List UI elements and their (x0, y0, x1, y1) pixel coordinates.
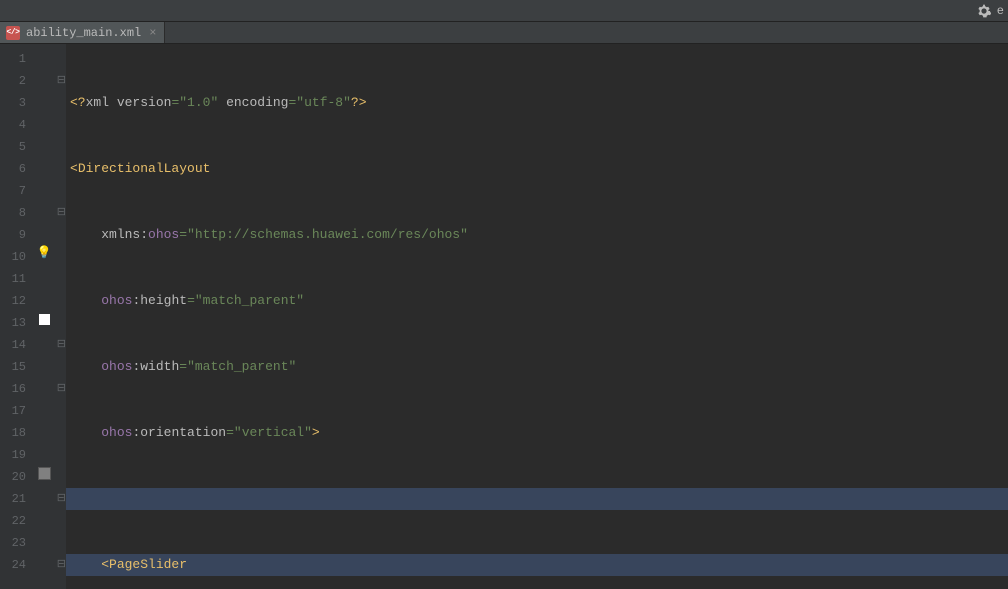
line-number: 20 (0, 466, 26, 488)
line-number: 7 (0, 180, 26, 202)
titlebar: e (0, 0, 1008, 22)
titlebar-right: e (977, 4, 1004, 18)
line-number: 23 (0, 532, 26, 554)
tab-filename: ability_main.xml (26, 26, 141, 40)
line-number: 14 (0, 334, 26, 356)
line-number: 11 (0, 268, 26, 290)
fold-toggle-icon[interactable]: ⊟ (57, 334, 66, 356)
line-number: 24 (0, 554, 26, 576)
editor[interactable]: 1 2 3 4 5 6 7 8 9 10 11 12 13 14 15 16 1… (0, 44, 1008, 589)
line-number: 5 (0, 136, 26, 158)
fold-gutter: ⊟ ⊟ ⊟ ⊟ ⊟ ⊟ (56, 44, 66, 589)
tabbar: </> ability_main.xml × (0, 22, 1008, 44)
xml-file-icon: </> (6, 26, 20, 40)
color-swatch-white-icon[interactable] (39, 314, 50, 325)
line-number: 12 (0, 290, 26, 312)
code-area[interactable]: <?xml version="1.0" encoding="utf-8"?> <… (66, 44, 1008, 589)
line-gutter: 1 2 3 4 5 6 7 8 9 10 11 12 13 14 15 16 1… (0, 44, 32, 589)
code-line: <PageSlider (66, 554, 1008, 576)
line-number: 15 (0, 356, 26, 378)
code-line: <DirectionalLayout (66, 158, 1008, 180)
code-line (66, 488, 1008, 510)
line-number: 6 (0, 158, 26, 180)
line-number: 17 (0, 400, 26, 422)
line-number: 3 (0, 92, 26, 114)
line-number: 16 (0, 378, 26, 400)
fold-toggle-icon[interactable]: ⊟ (57, 70, 66, 92)
marker-gutter: 💡 (32, 44, 56, 589)
line-number: 9 (0, 224, 26, 246)
editor-tab[interactable]: </> ability_main.xml × (0, 22, 165, 43)
code-line: xmlns:ohos="http://schemas.huawei.com/re… (66, 224, 1008, 246)
line-number: 13 (0, 312, 26, 334)
color-swatch-gray-icon[interactable] (39, 468, 50, 479)
fold-toggle-icon[interactable]: ⊟ (57, 202, 66, 224)
intention-bulb-icon[interactable]: 💡 (37, 242, 52, 264)
code-line: <?xml version="1.0" encoding="utf-8"?> (66, 92, 1008, 114)
fold-toggle-icon[interactable]: ⊟ (57, 488, 66, 510)
line-number: 8 (0, 202, 26, 224)
code-line: ohos:width="match_parent" (66, 356, 1008, 378)
line-number: 18 (0, 422, 26, 444)
line-number: 10 (0, 246, 26, 268)
fold-toggle-icon[interactable]: ⊟ (57, 554, 66, 576)
line-number: 4 (0, 114, 26, 136)
gear-icon[interactable] (977, 4, 991, 18)
line-number: 19 (0, 444, 26, 466)
fold-toggle-icon[interactable]: ⊟ (57, 378, 66, 400)
line-number: 1 (0, 48, 26, 70)
tab-close-icon[interactable]: × (149, 26, 156, 40)
line-number: 22 (0, 510, 26, 532)
code-line: ohos:orientation="vertical"> (66, 422, 1008, 444)
code-line: ohos:height="match_parent" (66, 290, 1008, 312)
line-number: 2 (0, 70, 26, 92)
titlebar-hint: e (997, 4, 1004, 18)
line-number: 21 (0, 488, 26, 510)
